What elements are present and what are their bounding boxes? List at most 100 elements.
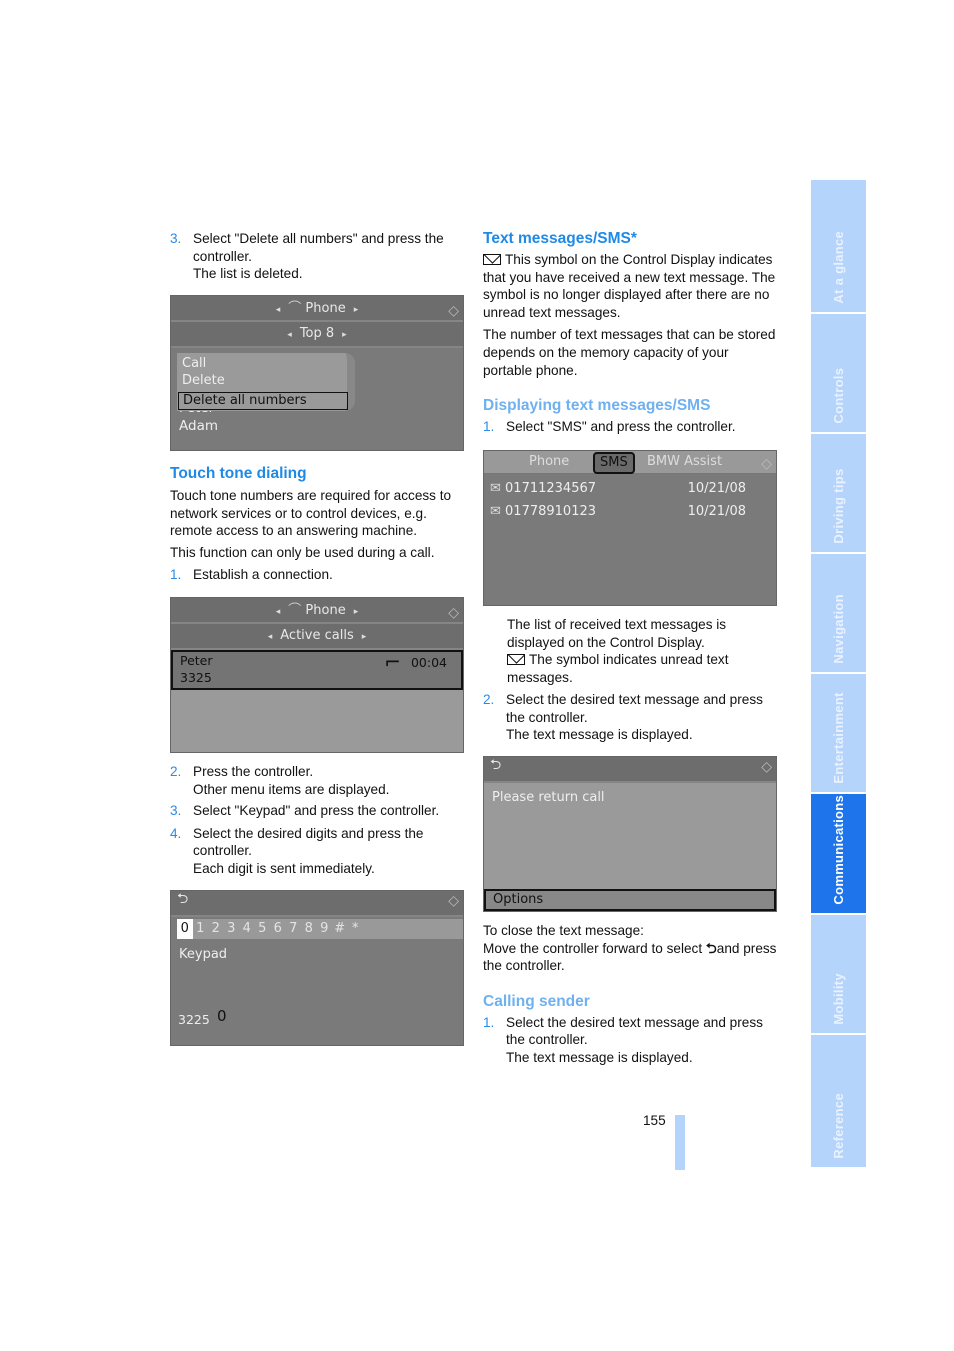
chapter-tab-label: Navigation [830, 594, 846, 664]
step-text: Select "SMS" and press the controller. [506, 419, 736, 435]
screen-title: Phone [305, 603, 346, 618]
digit-key[interactable]: 7 [286, 919, 302, 939]
chapter-tab[interactable]: Communications [811, 794, 866, 913]
current-digit: 0 [217, 1007, 227, 1025]
step-result: Other menu items are displayed. [193, 781, 390, 797]
digit-key[interactable]: 1 [193, 919, 209, 939]
close-section: To close the text message: Move the cont… [483, 922, 778, 1067]
sender-number: 01711234567 [505, 481, 597, 496]
digit-key[interactable]: 9 [317, 919, 333, 939]
step-result: Each digit is sent immediately. [193, 860, 375, 876]
digit-row: 0 1 2 3 4 5 6 7 8 9 # * [177, 919, 463, 939]
step-text: Press the controller. [193, 764, 314, 779]
paragraph: This symbol on the Control Display indic… [483, 252, 776, 320]
popup-menu: Call Delete Delete all numbers [177, 353, 355, 411]
paragraph: Touch tone numbers are required for acce… [170, 488, 452, 539]
chapter-tab[interactable]: Reference [811, 1035, 866, 1167]
step-number: 3. [170, 803, 182, 819]
digit-key[interactable]: * [348, 919, 364, 939]
menu-item-delete-all[interactable]: Delete all numbers [178, 392, 348, 410]
chapter-tab[interactable]: Mobility [811, 915, 866, 1033]
phone-icon: ⌒ [288, 603, 306, 618]
sender-number: 01778910123 [505, 504, 597, 519]
envelope-icon [483, 254, 501, 265]
step-number: 1. [170, 567, 182, 583]
digit-key[interactable]: 3 [224, 919, 240, 939]
step-result: The text message is displayed. [506, 727, 693, 743]
paragraph: The list of received text messages is di… [507, 617, 727, 650]
step-text: Select "Delete all numbers" and press th… [193, 231, 444, 264]
manual-page: 3. Select "Delete all numbers" and press … [0, 0, 954, 1351]
step-text: Establish a connection. [193, 567, 333, 583]
screen-subtitle: Active calls [280, 628, 354, 643]
digit-key[interactable]: 4 [239, 919, 255, 939]
paragraph: The symbol indicates unread text message… [507, 652, 729, 685]
page-marker [675, 1115, 685, 1170]
back-icon[interactable]: ⮌ [171, 891, 188, 907]
chapter-tab-label: Entertainment [830, 692, 846, 784]
phone-icon: ⌒ [288, 301, 306, 316]
paragraph: The number of text messages that can be … [483, 327, 776, 378]
handset-icon: ⌐ [384, 650, 401, 674]
read-envelope-icon: ✉ [490, 504, 506, 519]
digit-key[interactable]: # [332, 919, 348, 939]
paragraph: Move the controller forward to select [483, 940, 703, 956]
unread-envelope-icon: ✉ [490, 481, 506, 496]
step-text: Select the desired digits and press the … [193, 825, 424, 859]
controller-icon: ◇ [448, 893, 459, 909]
message-date: 10/21/08 [687, 504, 746, 519]
step-number: 4. [170, 825, 182, 841]
step-result: The text message is displayed. [506, 1049, 693, 1065]
chapter-tab-label: Communications [830, 795, 846, 905]
digit-key[interactable]: 8 [301, 919, 317, 939]
menu-item-delete[interactable]: Delete [182, 372, 342, 389]
paragraph: This function can only be used during a … [170, 544, 435, 560]
active-call-row[interactable]: Peter 3325 ⌐ 00:04 [171, 650, 463, 690]
step-number: 2. [170, 764, 182, 779]
chapter-tab-label: Mobility [830, 973, 846, 1025]
screen-title: Phone [305, 301, 346, 316]
call-duration: 00:04 [410, 655, 447, 670]
chapter-tab-label: Driving tips [830, 468, 846, 544]
screen-top8: ◂⌒ Phone▸◇ ◂Top 8▸ Peter Adam Call Delet… [170, 295, 464, 451]
digit-key[interactable]: 0 [177, 919, 193, 939]
chapter-tab[interactable]: Controls [811, 314, 866, 432]
controller-icon: ◇ [448, 303, 459, 319]
chapter-tab[interactable]: At a glance [811, 180, 866, 312]
sms-section: Text messages/SMS* This symbol on the Co… [483, 229, 778, 436]
chapter-tab-label: Controls [830, 368, 846, 424]
controller-icon: ◇ [761, 759, 772, 775]
step-number: 3. [170, 231, 182, 246]
digit-key[interactable]: 5 [255, 919, 271, 939]
chapter-tab[interactable]: Navigation [811, 554, 866, 672]
tab-sms[interactable]: SMS [593, 452, 635, 474]
chapter-tab-label: Reference [830, 1093, 846, 1159]
screen-active-calls: ◂ ⌒ Phone ▸ ◇ ◂ Active calls ▸ Peter 3325 ⌐ 0… [170, 597, 464, 753]
chapter-tab[interactable]: Driving tips [811, 434, 866, 552]
step-result: The list is deleted. [193, 266, 303, 282]
message-text: Please return call [492, 790, 605, 805]
chapter-tab-label: At a glance [830, 231, 846, 304]
menu-item-call[interactable]: Call [182, 355, 342, 372]
step-number: 2. [483, 692, 495, 707]
digit-key[interactable]: 6 [270, 919, 286, 939]
screen-keypad: ⮌ ◇ 0 1 2 3 4 5 6 7 8 9 # * Keypad 3225 0 [170, 890, 464, 1046]
message-date: 10/21/08 [687, 481, 746, 496]
step-text: Select "Keypad" and press the controller… [193, 803, 440, 819]
message-row[interactable]: ✉ 01711234567 10/21/08 [490, 477, 746, 500]
chapter-tab[interactable]: Entertainment [811, 674, 866, 792]
section-heading: Text messages/SMS* [483, 230, 637, 247]
section-heading: Touch tone dialing [170, 465, 307, 482]
dialed-digits: 3225 [178, 1012, 210, 1027]
options-button[interactable]: Options [484, 889, 776, 911]
controller-icon: ◇ [448, 605, 459, 621]
tab-bmw-assist[interactable]: BMW Assist [647, 451, 722, 473]
page-number: 155 [643, 1113, 666, 1128]
back-icon[interactable]: ⮌ [484, 757, 501, 773]
back-icon: ⮌ [705, 940, 717, 956]
digit-key[interactable]: 2 [208, 919, 224, 939]
section-heading: Calling sender [483, 992, 590, 1010]
contact-item[interactable]: Adam [179, 417, 218, 435]
tab-phone[interactable]: Phone [529, 451, 569, 473]
message-row[interactable]: ✉ 01778910123 10/21/08 [490, 500, 746, 523]
